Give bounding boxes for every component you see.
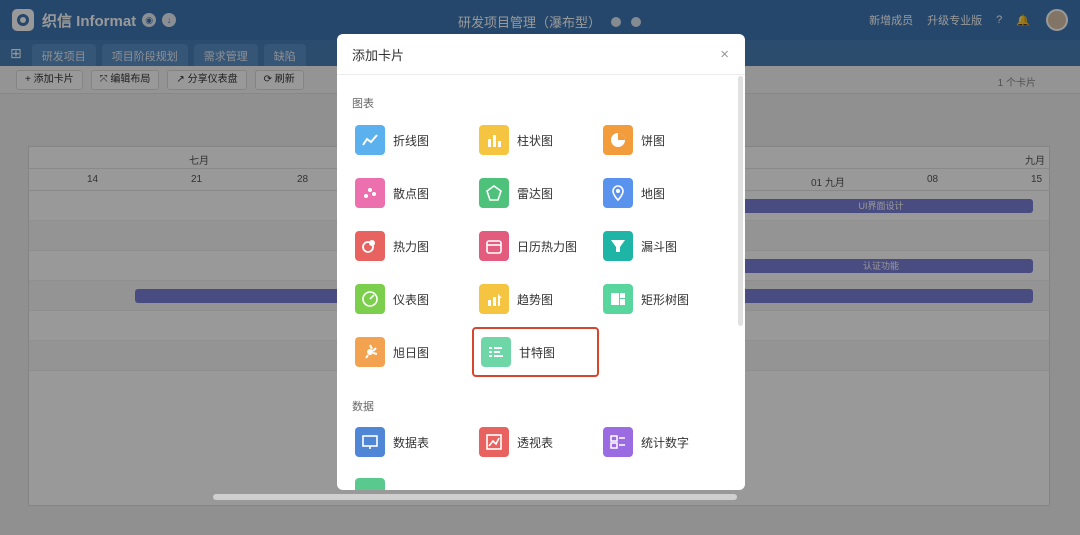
pie-chart-icon [603, 125, 633, 155]
add-card-option-pivot-table[interactable]: 透视表 [476, 422, 596, 462]
section-title-data: 数据 [352, 401, 374, 413]
option-label: 趋势图 [517, 292, 554, 307]
add-card-option-line-chart[interactable]: 折线图 [352, 120, 472, 160]
add-card-option-scatter-chart[interactable]: 散点图 [352, 173, 472, 213]
option-label: 热力图 [393, 239, 430, 254]
bar-chart-icon [479, 125, 509, 155]
add-card-option-bar-chart[interactable]: 柱状图 [476, 120, 596, 160]
option-label: 透视表 [517, 435, 554, 450]
close-icon[interactable]: × [720, 46, 729, 63]
option-label: 地图 [641, 186, 666, 201]
option-label: 折线图 [393, 133, 430, 148]
add-card-option-sunburst[interactable]: 旭日图 [352, 332, 472, 372]
map-pin-icon [603, 178, 633, 208]
add-card-option-treemap[interactable]: 矩形树图 [600, 279, 720, 319]
add-card-option-radar-chart[interactable]: 雷达图 [476, 173, 596, 213]
option-label: 数据表 [393, 435, 430, 450]
horizontal-scrollbar[interactable] [213, 494, 737, 500]
add-card-option-heatmap[interactable]: 热力图 [352, 226, 472, 266]
add-card-option-gantt[interactable]: 甘特图 [472, 327, 599, 377]
option-label: 甘特图 [519, 345, 556, 360]
treemap-icon [603, 284, 633, 314]
data-table-icon [355, 427, 385, 457]
option-label: 日历热力图 [517, 239, 578, 254]
heatmap-icon [355, 231, 385, 261]
option-label: 饼图 [641, 133, 666, 148]
more-option-cutoff[interactable] [355, 478, 385, 490]
add-card-option-gauge[interactable]: 仪表图 [352, 279, 472, 319]
dialog-header: 添加卡片 × [337, 34, 745, 75]
option-label: 雷达图 [517, 186, 554, 201]
dialog-title: 添加卡片 [352, 47, 405, 63]
radar-chart-icon [479, 178, 509, 208]
statistic-icon [603, 427, 633, 457]
gantt-icon [481, 337, 511, 367]
add-card-option-trend[interactable]: 趋势图 [476, 279, 596, 319]
gauge-icon [355, 284, 385, 314]
option-label: 旭日图 [393, 345, 430, 360]
add-card-option-pie-chart[interactable]: 饼图 [600, 120, 720, 160]
scatter-chart-icon [355, 178, 385, 208]
option-label: 矩形树图 [641, 292, 690, 307]
section-title-charts: 图表 [352, 98, 374, 110]
option-label: 散点图 [393, 186, 430, 201]
add-card-dialog: 添加卡片 × 图表 数据 折线图 柱状图 饼图散点图 雷达图 地图热力图 日历热力图 漏斗图… [337, 34, 745, 490]
add-card-option-funnel[interactable]: 漏斗图 [600, 226, 720, 266]
pivot-table-icon [479, 427, 509, 457]
option-label: 仪表图 [393, 292, 430, 307]
line-chart-icon [355, 125, 385, 155]
sunburst-icon [355, 337, 385, 367]
trend-icon [479, 284, 509, 314]
calendar-icon [479, 231, 509, 261]
vertical-scrollbar[interactable] [738, 76, 743, 326]
add-card-option-calendar[interactable]: 日历热力图 [476, 226, 596, 266]
option-label: 统计数字 [641, 435, 690, 450]
add-card-option-map-pin[interactable]: 地图 [600, 173, 720, 213]
add-card-option-data-table[interactable]: 数据表 [352, 422, 472, 462]
option-label: 漏斗图 [641, 239, 678, 254]
option-label: 柱状图 [517, 133, 554, 148]
add-card-option-statistic[interactable]: 统计数字 [600, 422, 720, 462]
funnel-icon [603, 231, 633, 261]
